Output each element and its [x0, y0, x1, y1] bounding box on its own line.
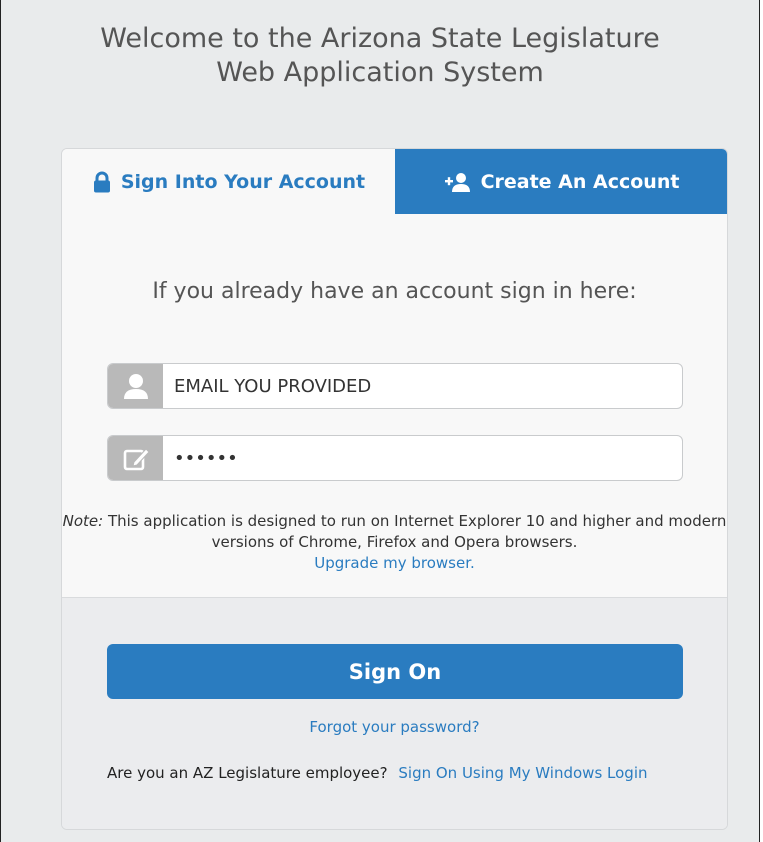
user-icon — [108, 364, 163, 408]
forgot-password-link[interactable]: Forgot your password? — [309, 718, 479, 736]
edit-icon — [108, 436, 163, 480]
add-user-icon — [444, 172, 471, 192]
forgot-password-row: Forgot your password? — [62, 718, 727, 736]
employee-login-row: Are you an AZ Legislature employee? Sign… — [107, 764, 648, 782]
page-title-line1: Welcome to the Arizona State Legislature — [100, 23, 660, 54]
password-value: •••••• — [174, 447, 238, 469]
sign-on-footer: Sign On Forgot your password? Are you an… — [62, 597, 727, 829]
lock-icon — [93, 171, 111, 193]
page-title: Welcome to the Arizona State Legislature… — [1, 22, 759, 90]
employee-question: Are you an AZ Legislature employee? — [107, 764, 388, 782]
note-prefix: Note: — [62, 512, 104, 530]
email-field[interactable]: EMAIL YOU PROVIDED — [107, 363, 683, 409]
browser-note-text: Note: This application is designed to ru… — [62, 511, 727, 553]
login-screen: Welcome to the Arizona State Legislature… — [0, 0, 760, 842]
email-value: EMAIL YOU PROVIDED — [174, 375, 372, 397]
tab-sign-in-label: Sign Into Your Account — [120, 170, 366, 193]
page-title-line2: Web Application System — [216, 57, 544, 88]
sign-on-button[interactable]: Sign On — [107, 644, 683, 699]
browser-note: Note: This application is designed to ru… — [62, 511, 727, 574]
windows-login-link[interactable]: Sign On Using My Windows Login — [398, 764, 647, 782]
password-field[interactable]: •••••• — [107, 435, 683, 481]
account-tabs: Sign Into Your Account Create An Account — [62, 149, 727, 214]
tab-create-account-label: Create An Account — [480, 170, 680, 193]
tab-sign-in[interactable]: Sign Into Your Account — [62, 149, 396, 214]
login-card: Sign Into Your Account Create An Account… — [61, 148, 728, 830]
upgrade-browser-link[interactable]: Upgrade my browser. — [314, 554, 475, 572]
note-body: This application is designed to run on I… — [103, 512, 727, 551]
tab-create-account[interactable]: Create An Account — [395, 149, 727, 214]
sign-in-prompt: If you already have an account sign in h… — [152, 279, 637, 304]
